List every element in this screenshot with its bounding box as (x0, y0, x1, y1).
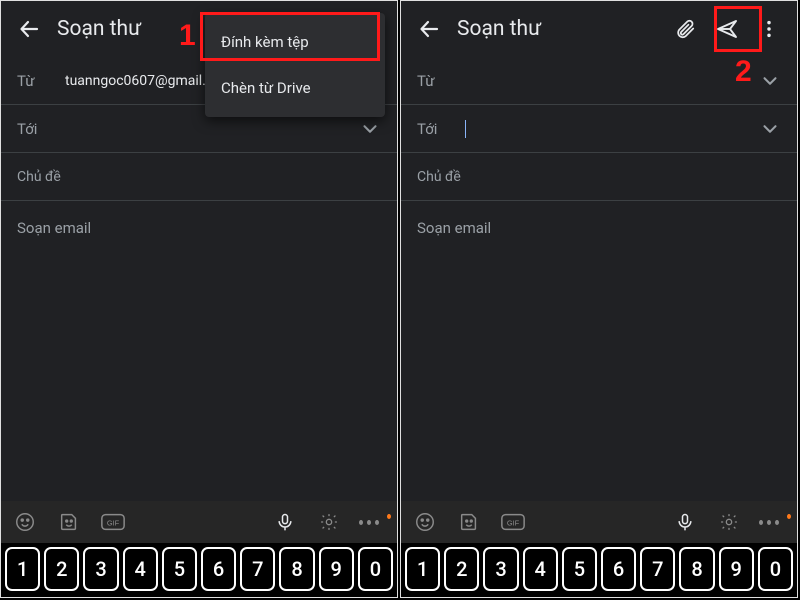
key-8[interactable]: 8 (679, 547, 714, 591)
from-label: Từ (417, 72, 465, 90)
to-label: Tới (417, 120, 465, 138)
gif-icon[interactable]: GIF (499, 508, 527, 536)
key-2[interactable]: 2 (444, 547, 479, 591)
keyboard-toolbar: GIF (1, 501, 397, 543)
subject-placeholder: Chủ đề (17, 169, 381, 185)
keyboard: GIF 1 2 3 4 (401, 501, 797, 597)
chevron-down-icon[interactable] (359, 118, 381, 140)
keyboard: GIF 1 2 3 4 (1, 501, 397, 597)
from-label: Từ (17, 72, 65, 90)
subject-row[interactable]: Chủ đề (401, 153, 797, 201)
chevron-down-icon[interactable] (759, 70, 781, 92)
key-6[interactable]: 6 (601, 547, 636, 591)
svg-text:GIF: GIF (107, 519, 120, 528)
body-placeholder: Soạn email (17, 219, 91, 237)
key-8[interactable]: 8 (279, 547, 314, 591)
to-value[interactable] (465, 120, 759, 138)
gif-icon[interactable]: GIF (99, 508, 127, 536)
keyboard-number-row: 1 2 3 4 5 6 7 8 9 0 (401, 543, 797, 597)
key-7[interactable]: 7 (240, 547, 275, 591)
emoji-icon[interactable] (11, 508, 39, 536)
emoji-icon[interactable] (411, 508, 439, 536)
gear-icon[interactable] (315, 508, 343, 536)
menu-attach-file[interactable]: Đính kèm tệp (205, 19, 385, 65)
key-2[interactable]: 2 (44, 547, 79, 591)
key-3[interactable]: 3 (83, 547, 118, 591)
mic-icon[interactable] (671, 508, 699, 536)
back-icon[interactable] (9, 9, 49, 49)
attach-menu: Đính kèm tệp Chèn từ Drive (205, 13, 385, 117)
to-row[interactable]: Tới (401, 105, 797, 153)
key-3[interactable]: 3 (483, 547, 518, 591)
overflow-icon[interactable] (749, 9, 789, 49)
sticker-icon[interactable] (455, 508, 483, 536)
subject-placeholder: Chủ đề (417, 169, 781, 185)
mic-icon[interactable] (271, 508, 299, 536)
more-icon[interactable] (759, 508, 787, 536)
send-icon[interactable] (707, 9, 747, 49)
key-0[interactable]: 0 (758, 547, 793, 591)
compose-body[interactable]: Soạn email (1, 201, 397, 255)
key-1[interactable]: 1 (5, 547, 40, 591)
page-title: Soạn thư (449, 17, 665, 41)
sticker-icon[interactable] (55, 508, 83, 536)
body-placeholder: Soạn email (417, 219, 491, 237)
key-7[interactable]: 7 (640, 547, 675, 591)
key-4[interactable]: 4 (123, 547, 158, 591)
menu-insert-drive[interactable]: Chèn từ Drive (205, 65, 385, 111)
to-label: Tới (17, 120, 65, 138)
key-9[interactable]: 9 (319, 547, 354, 591)
left-screenshot: Soạn thư Từ tuanngoc0607@gmail.co Tới Ch… (0, 0, 398, 598)
compose-body[interactable]: Soạn email (401, 201, 797, 255)
key-4[interactable]: 4 (523, 547, 558, 591)
back-icon[interactable] (409, 9, 449, 49)
more-icon[interactable] (359, 508, 387, 536)
from-row[interactable]: Từ (401, 57, 797, 105)
key-0[interactable]: 0 (358, 547, 393, 591)
right-screenshot: Soạn thư Từ Tới (400, 0, 798, 598)
key-1[interactable]: 1 (405, 547, 440, 591)
attach-icon[interactable] (665, 9, 705, 49)
key-5[interactable]: 5 (562, 547, 597, 591)
gear-icon[interactable] (715, 508, 743, 536)
appbar: Soạn thư (401, 1, 797, 57)
svg-text:GIF: GIF (507, 519, 520, 528)
key-6[interactable]: 6 (201, 547, 236, 591)
key-9[interactable]: 9 (719, 547, 754, 591)
chevron-down-icon[interactable] (759, 118, 781, 140)
keyboard-toolbar: GIF (401, 501, 797, 543)
keyboard-number-row: 1 2 3 4 5 6 7 8 9 0 (1, 543, 397, 597)
key-5[interactable]: 5 (162, 547, 197, 591)
subject-row[interactable]: Chủ đề (1, 153, 397, 201)
